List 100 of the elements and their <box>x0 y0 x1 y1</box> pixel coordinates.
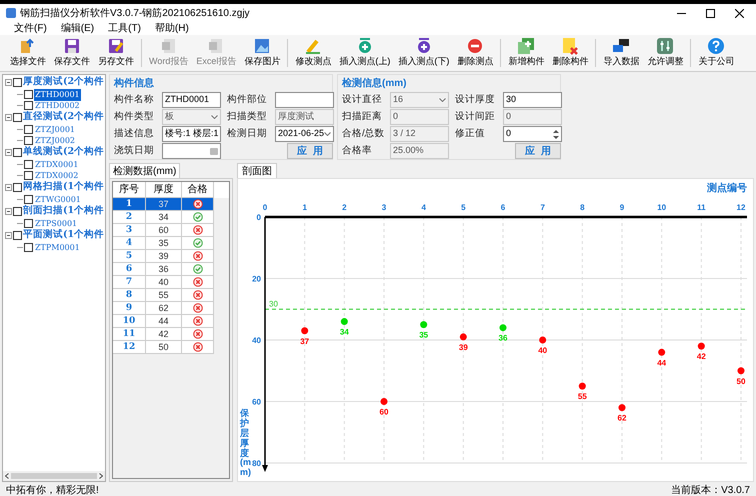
checkbox[interactable] <box>24 171 33 180</box>
toolbar-button[interactable]: 删除构件 <box>548 36 592 70</box>
tree-group-label[interactable]: 厚度测试(2个构件 <box>23 75 104 90</box>
toolbar-button[interactable]: 删除测点 <box>453 36 498 70</box>
tree-item[interactable]: ZTWG0001 <box>34 194 82 206</box>
toolbar-button[interactable]: 修改测点 <box>291 36 336 70</box>
menu-item[interactable]: 文件(F) <box>14 21 47 36</box>
collapse-icon[interactable] <box>5 208 12 215</box>
tree-item[interactable]: ZTZJ0002 <box>34 134 76 146</box>
maximize-icon[interactable] <box>706 8 715 18</box>
tree-group-label[interactable]: 直径测试(2个构件 <box>23 110 104 125</box>
checkbox[interactable] <box>24 101 33 110</box>
toolbar-button[interactable]: 插入测点(上) <box>335 36 394 70</box>
apply-button[interactable]: 应 用 <box>515 143 561 159</box>
input-field[interactable]: 楼号:1 楼层:1 <box>162 126 221 142</box>
table-row[interactable]: 11 42 <box>113 328 214 341</box>
table-row[interactable]: 7 40 <box>113 276 214 289</box>
tree-group-label[interactable]: 平面测试(1个构件 <box>23 228 104 243</box>
collapse-icon[interactable] <box>5 232 12 239</box>
collapse-icon[interactable] <box>5 79 12 86</box>
toolbar-button[interactable]: 选择文件 <box>6 36 50 70</box>
tab[interactable]: 检测数据(mm) <box>109 163 180 178</box>
tree-item[interactable]: ZTHD0001 <box>34 88 81 100</box>
group-title: 检测信息(mm) <box>342 76 408 91</box>
tree-item[interactable]: ZTDX0002 <box>34 170 80 182</box>
tree-item[interactable]: ZTDX0001 <box>34 158 80 170</box>
menu-item[interactable]: 编辑(E) <box>60 21 94 36</box>
toolbar-button[interactable]: 关于公司 <box>694 36 738 70</box>
checkbox[interactable] <box>24 136 33 145</box>
collapse-icon[interactable] <box>5 149 12 156</box>
scroll-left-icon[interactable] <box>5 473 9 479</box>
menu-item[interactable]: 工具(T) <box>108 21 141 36</box>
tree-item[interactable]: ZTHD0002 <box>34 100 81 112</box>
checkbox[interactable] <box>13 183 22 192</box>
collapse-icon[interactable] <box>5 184 12 191</box>
field-label: 合格率 <box>342 144 373 158</box>
input-field[interactable]: ZTHD0001 <box>162 92 221 108</box>
checkbox[interactable] <box>24 243 33 252</box>
data-label: 55 <box>578 392 587 402</box>
table-row[interactable]: 9 62 <box>113 302 214 315</box>
input-field[interactable] <box>275 92 334 108</box>
table-row[interactable]: 8 55 <box>113 289 214 302</box>
x-tick-label: 11 <box>697 203 706 212</box>
table-row[interactable]: 5 39 <box>113 250 214 263</box>
table-row[interactable]: 6 36 <box>113 263 214 276</box>
input-field[interactable]: 30 <box>503 92 562 108</box>
table-row[interactable]: 2 34 <box>113 211 214 224</box>
tree-group-label[interactable]: 剖面扫描(1个构件 <box>23 204 104 219</box>
table-row[interactable]: 4 35 <box>113 237 214 250</box>
table-row[interactable]: 10 44 <box>113 315 214 328</box>
data-label: 42 <box>696 352 706 362</box>
pencil-icon <box>304 37 322 56</box>
checkbox[interactable] <box>13 231 22 240</box>
data-label: 34 <box>340 328 349 337</box>
table-row[interactable]: 1 37 <box>113 198 214 211</box>
table-cell: 12 <box>113 341 146 354</box>
minimize-icon[interactable] <box>677 12 686 14</box>
toolbar-button[interactable]: 新增构件 <box>504 36 548 70</box>
toolbar-button[interactable]: 允许调整 <box>643 36 688 70</box>
toolbar-button[interactable]: 保存图片 <box>240 36 284 70</box>
x-tick-label: 5 <box>461 203 466 212</box>
collapse-icon[interactable] <box>5 114 12 121</box>
date-field[interactable] <box>162 143 221 159</box>
checkbox[interactable] <box>13 207 22 216</box>
checkbox[interactable] <box>13 113 22 122</box>
y-tick-label: 40 <box>252 336 261 345</box>
checkbox[interactable] <box>13 78 22 87</box>
menu-item[interactable]: 帮助(H) <box>154 21 189 36</box>
table-cell: 50 <box>146 341 182 354</box>
checkbox[interactable] <box>24 125 33 134</box>
checkbox[interactable] <box>24 219 33 228</box>
field-label: 扫描距离 <box>342 110 383 124</box>
checkbox[interactable] <box>13 148 22 157</box>
table-row[interactable]: 12 50 <box>113 341 214 354</box>
scroll-right-icon[interactable] <box>99 473 103 479</box>
x-tick-label: 2 <box>342 203 347 212</box>
tree-item[interactable]: ZTZJ0001 <box>34 124 76 136</box>
toolbar-button[interactable]: 导入数据 <box>599 36 644 70</box>
tree-item[interactable]: ZTPM0001 <box>34 242 81 254</box>
x-tick-label: 8 <box>580 203 585 212</box>
close-icon[interactable] <box>735 8 744 18</box>
checkbox[interactable] <box>24 160 33 169</box>
tree-item[interactable]: ZTPS0001 <box>34 218 78 230</box>
x-tick-label: 6 <box>500 203 506 212</box>
horizontal-scrollbar[interactable] <box>3 471 105 481</box>
checkbox[interactable] <box>24 195 33 204</box>
apply-button[interactable]: 应 用 <box>287 143 333 159</box>
tab[interactable]: 剖面图 <box>237 163 277 178</box>
x-tick-label: 0 <box>262 203 268 212</box>
spin-field[interactable]: 0 <box>503 126 562 142</box>
toolbar-button[interactable]: 另存文件 <box>94 36 138 70</box>
data-label: 36 <box>498 334 508 343</box>
table-row[interactable]: 3 60 <box>113 224 214 237</box>
toolbar-button[interactable]: 保存文件 <box>50 36 94 70</box>
dropdown[interactable]: 2021-06-25 <box>275 126 334 142</box>
checkbox[interactable] <box>24 90 33 99</box>
toolbar-button[interactable]: 插入测点(下) <box>394 36 454 70</box>
tree-group-label[interactable]: 网格扫描(1个构件 <box>23 180 104 195</box>
tree-group-label[interactable]: 单线测试(2个构件 <box>23 145 104 160</box>
y-axis-title: 保护层厚度(mm) <box>240 409 249 478</box>
